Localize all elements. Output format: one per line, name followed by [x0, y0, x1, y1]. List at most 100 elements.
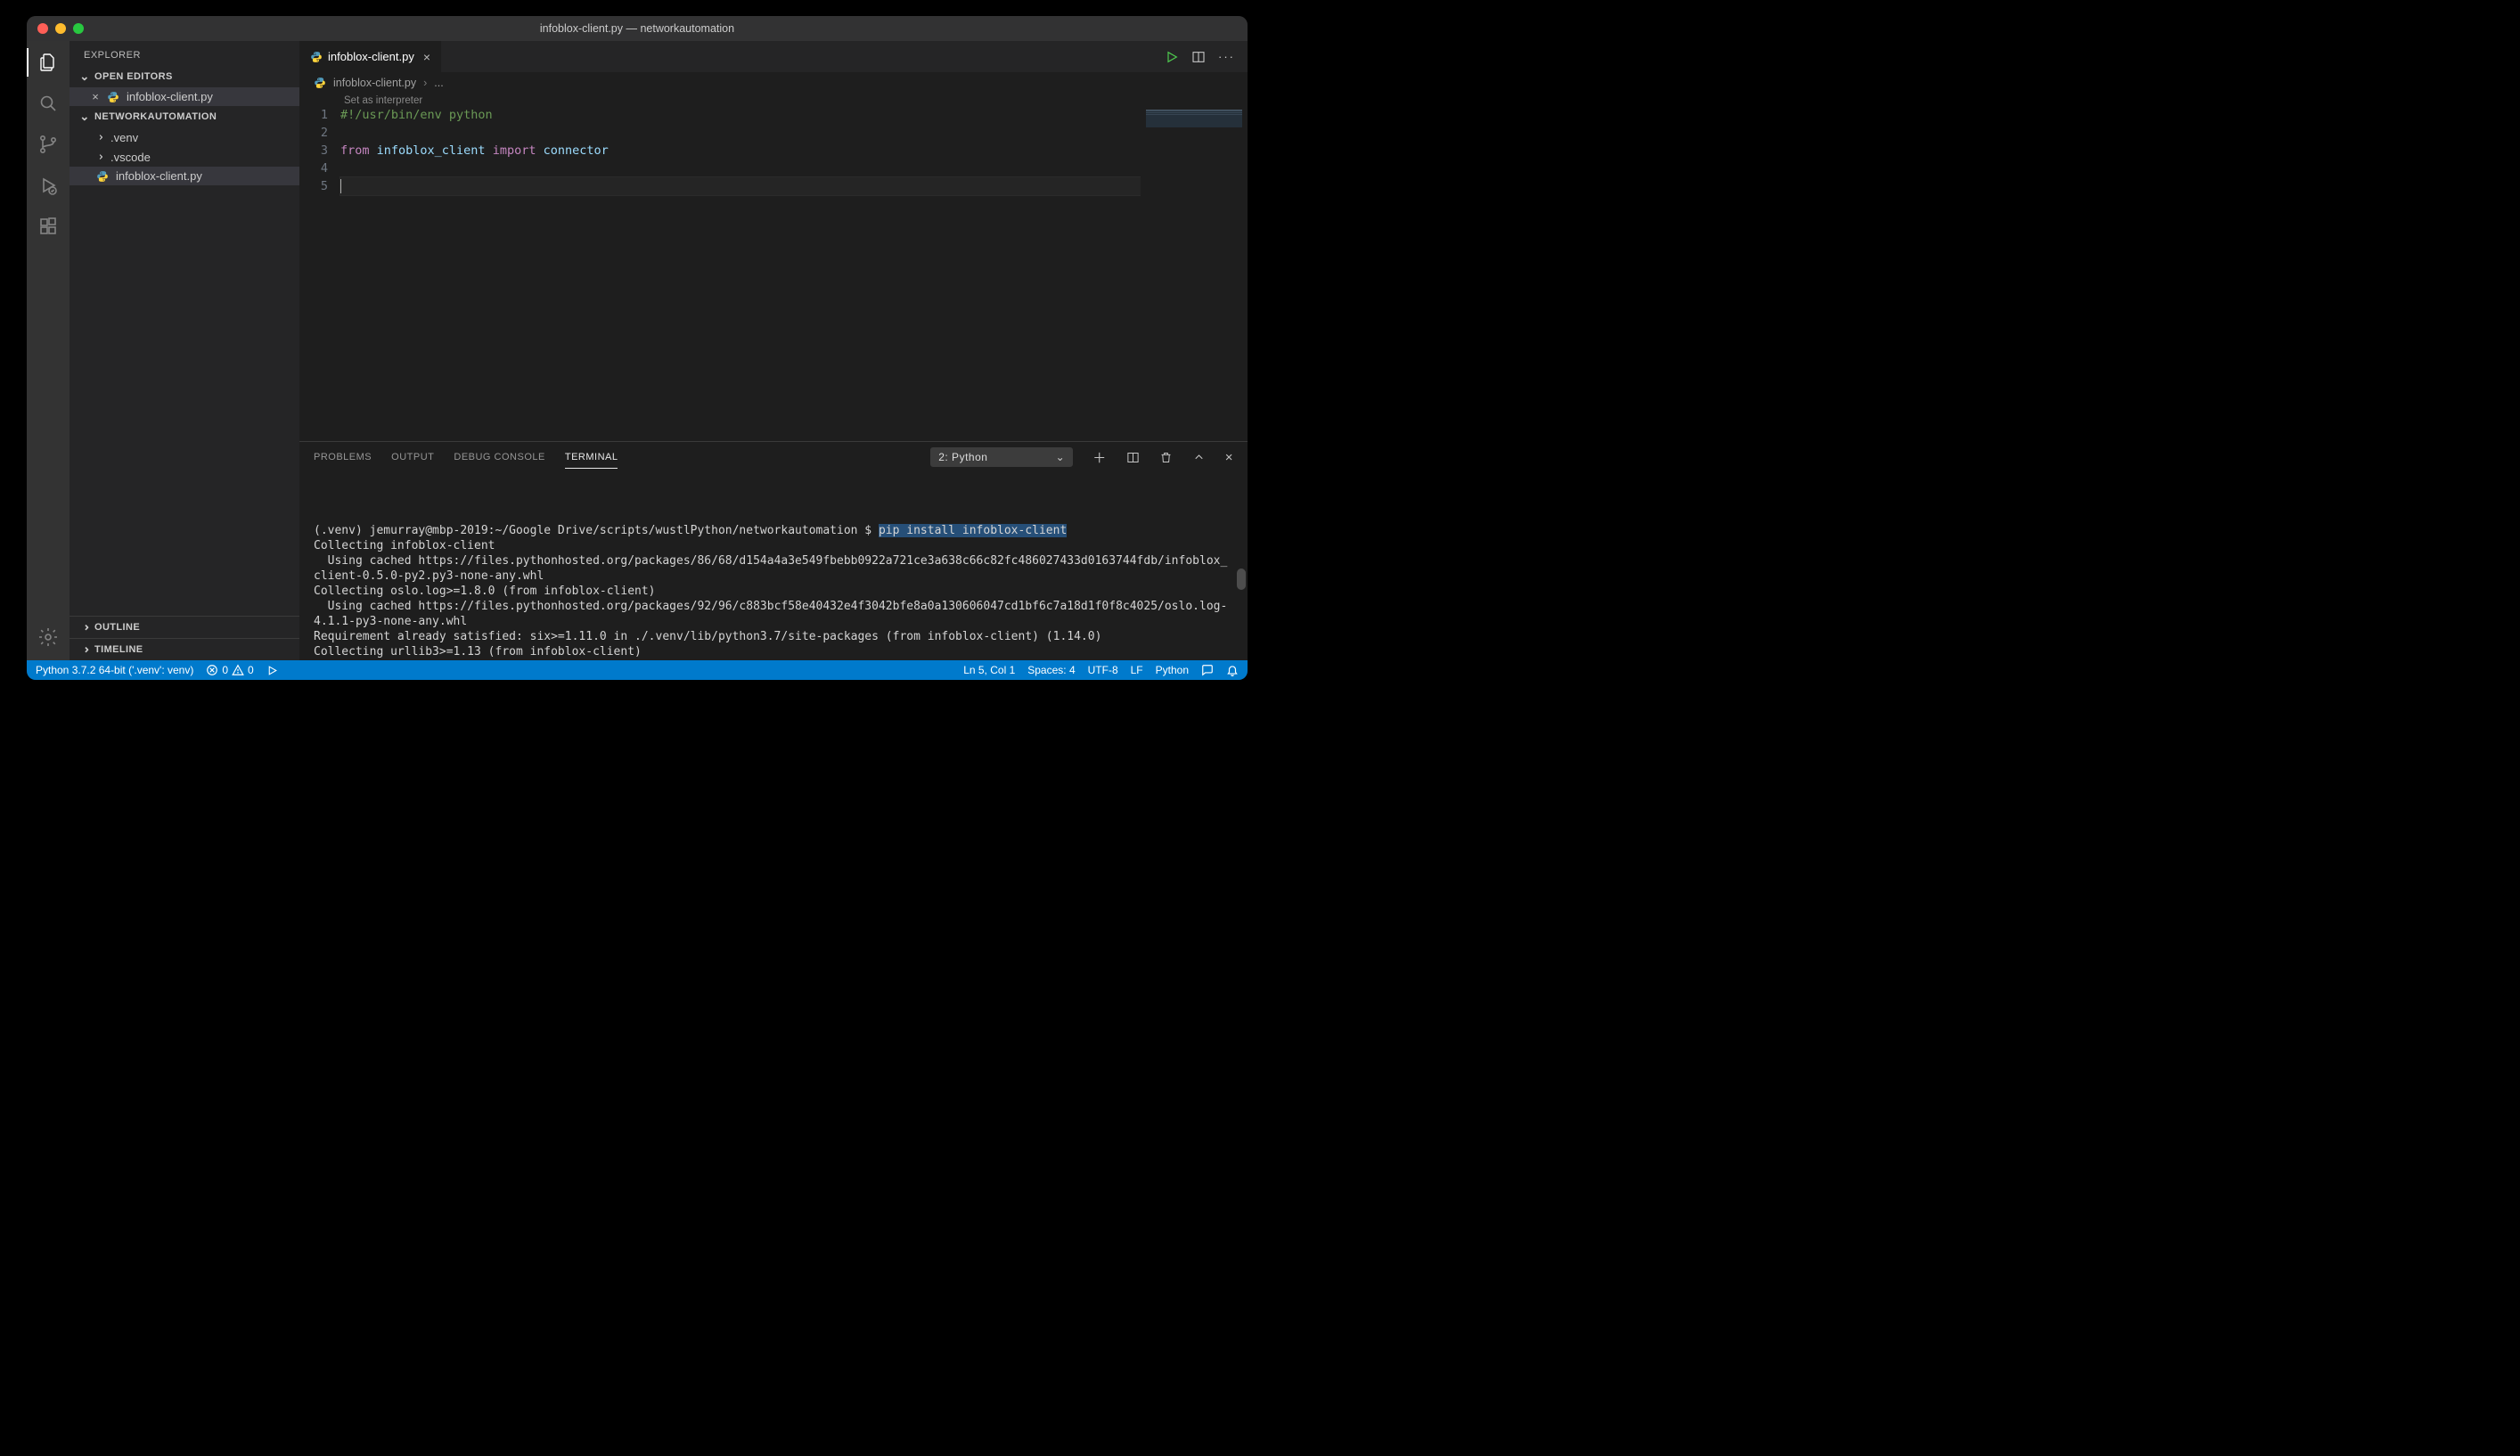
bottom-panel: PROBLEMS OUTPUT DEBUG CONSOLE TERMINAL 2…: [299, 441, 1248, 660]
status-python-interpreter[interactable]: Python 3.7.2 64-bit ('.venv': venv): [36, 664, 193, 676]
chevron-down-icon: ⌄: [78, 110, 91, 124]
workspace-name: NETWORKAUTOMATION: [94, 111, 217, 122]
status-problems[interactable]: 0 0: [206, 664, 253, 676]
maximize-panel-button[interactable]: [1192, 451, 1206, 464]
terminal-selector[interactable]: 2: Python: [930, 447, 1073, 467]
breadcrumb[interactable]: infoblox-client.py › ...: [299, 72, 1248, 94]
minimap-region: [1146, 110, 1242, 127]
chevron-right-icon: ⌄: [78, 621, 92, 634]
file-item-infoblox[interactable]: infoblox-client.py: [70, 167, 299, 185]
panel-tab-problems[interactable]: PROBLEMS: [314, 446, 372, 468]
search-activity[interactable]: [36, 91, 61, 116]
traffic-lights: [37, 23, 84, 34]
terminal-content[interactable]: (.venv) jemurray@mbp-2019:~/Google Drive…: [299, 472, 1248, 660]
panel-tab-terminal[interactable]: TERMINAL: [565, 446, 618, 469]
editor-area: infoblox-client.py × ··· infobl: [299, 41, 1248, 660]
panel-tabs: PROBLEMS OUTPUT DEBUG CONSOLE TERMINAL 2…: [299, 442, 1248, 472]
open-editor-filename: infoblox-client.py: [127, 90, 213, 103]
explorer-activity[interactable]: [36, 50, 61, 75]
chevron-right-icon: ⌄: [92, 151, 106, 163]
open-editor-item[interactable]: × infoblox-client.py: [70, 87, 299, 106]
folder-name: .venv: [110, 131, 138, 144]
extensions-icon: [37, 216, 59, 237]
files-icon: [37, 52, 59, 73]
explorer-sidebar: EXPLORER ⌄ OPEN EDITORS × infoblox-clien…: [70, 41, 299, 660]
close-window-button[interactable]: [37, 23, 48, 34]
title-bar: infoblox-client.py — networkautomation: [27, 16, 1248, 41]
editor-actions: ···: [1152, 41, 1248, 72]
app-window: infoblox-client.py — networkautomation: [27, 16, 1248, 680]
breadcrumb-more: ...: [434, 77, 443, 89]
chevron-down-icon: ⌄: [78, 70, 91, 84]
status-cursor-position[interactable]: Ln 5, Col 1: [963, 664, 1015, 676]
status-run[interactable]: [266, 665, 278, 676]
sidebar-title: EXPLORER: [70, 41, 299, 66]
feedback-icon: [1201, 664, 1214, 676]
python-file-icon: [107, 91, 121, 103]
status-feedback[interactable]: [1201, 664, 1214, 676]
new-terminal-button[interactable]: ＋: [1092, 448, 1107, 467]
window-title: infoblox-client.py — networkautomation: [27, 22, 1248, 35]
error-icon: [206, 664, 218, 676]
codelens-interpreter[interactable]: Set as interpreter: [299, 95, 1248, 106]
close-editor-icon[interactable]: ×: [89, 90, 102, 103]
chevron-right-icon: ⌄: [78, 643, 92, 656]
line-gutter: 12345: [299, 106, 340, 441]
open-editors-header[interactable]: ⌄ OPEN EDITORS: [70, 66, 299, 87]
python-file-icon: [96, 170, 110, 183]
python-file-icon: [310, 51, 323, 63]
branch-icon: [37, 134, 59, 155]
python-file-icon: [314, 77, 326, 89]
close-panel-button[interactable]: ×: [1225, 450, 1233, 465]
bell-icon: [1226, 664, 1239, 676]
maximize-window-button[interactable]: [73, 23, 84, 34]
tab-filename: infoblox-client.py: [328, 50, 414, 63]
status-encoding[interactable]: UTF-8: [1088, 664, 1118, 676]
outline-label: OUTLINE: [94, 622, 140, 633]
editor-tab-infoblox[interactable]: infoblox-client.py ×: [299, 41, 442, 72]
folder-item-venv[interactable]: ⌄ .venv: [70, 127, 299, 147]
gear-icon: [37, 626, 59, 648]
panel-tab-output[interactable]: OUTPUT: [391, 446, 434, 468]
file-name: infoblox-client.py: [116, 169, 202, 183]
minimap[interactable]: [1141, 106, 1248, 441]
warning-icon: [232, 664, 244, 676]
kill-terminal-button[interactable]: [1159, 451, 1173, 464]
extensions-activity[interactable]: [36, 214, 61, 239]
timeline-header[interactable]: ⌄ TIMELINE: [70, 638, 299, 660]
status-notifications[interactable]: [1226, 664, 1239, 676]
workbench-body: EXPLORER ⌄ OPEN EDITORS × infoblox-clien…: [27, 41, 1248, 660]
run-file-button[interactable]: [1165, 50, 1179, 64]
play-icon: [266, 665, 278, 676]
scm-activity[interactable]: [36, 132, 61, 157]
debug-activity[interactable]: [36, 173, 61, 198]
status-indentation[interactable]: Spaces: 4: [1027, 664, 1075, 676]
workspace-header[interactable]: ⌄ NETWORKAUTOMATION: [70, 106, 299, 127]
outline-header[interactable]: ⌄ OUTLINE: [70, 616, 299, 638]
timeline-label: TIMELINE: [94, 644, 143, 655]
terminal-scroll-thumb[interactable]: [1237, 568, 1246, 590]
activity-bar: [27, 41, 70, 660]
folder-item-vscode[interactable]: ⌄ .vscode: [70, 147, 299, 167]
status-eol[interactable]: LF: [1131, 664, 1143, 676]
close-tab-icon[interactable]: ×: [423, 50, 430, 64]
search-icon: [37, 93, 59, 114]
status-bar: Python 3.7.2 64-bit ('.venv': venv) 0 0 …: [27, 660, 1248, 680]
editor-tabs: infoblox-client.py × ···: [299, 41, 1248, 72]
run-debug-icon: [37, 175, 59, 196]
status-error-count: 0: [222, 664, 228, 676]
settings-activity[interactable]: [36, 625, 61, 650]
breadcrumb-file: infoblox-client.py: [333, 77, 416, 89]
more-actions-button[interactable]: ···: [1218, 50, 1235, 63]
code-editor[interactable]: 12345 #!/usr/bin/env pythonfrom infoblox…: [299, 106, 1248, 441]
folder-name: .vscode: [110, 151, 151, 164]
minimize-window-button[interactable]: [55, 23, 66, 34]
code-content[interactable]: #!/usr/bin/env pythonfrom infoblox_clien…: [340, 106, 1248, 441]
split-editor-button[interactable]: [1191, 50, 1206, 64]
open-editors-label: OPEN EDITORS: [94, 71, 173, 82]
panel-tab-debug-console[interactable]: DEBUG CONSOLE: [454, 446, 544, 468]
chevron-right-icon: ⌄: [92, 131, 106, 143]
split-terminal-button[interactable]: [1126, 451, 1140, 464]
status-warning-count: 0: [248, 664, 254, 676]
status-language[interactable]: Python: [1156, 664, 1189, 676]
